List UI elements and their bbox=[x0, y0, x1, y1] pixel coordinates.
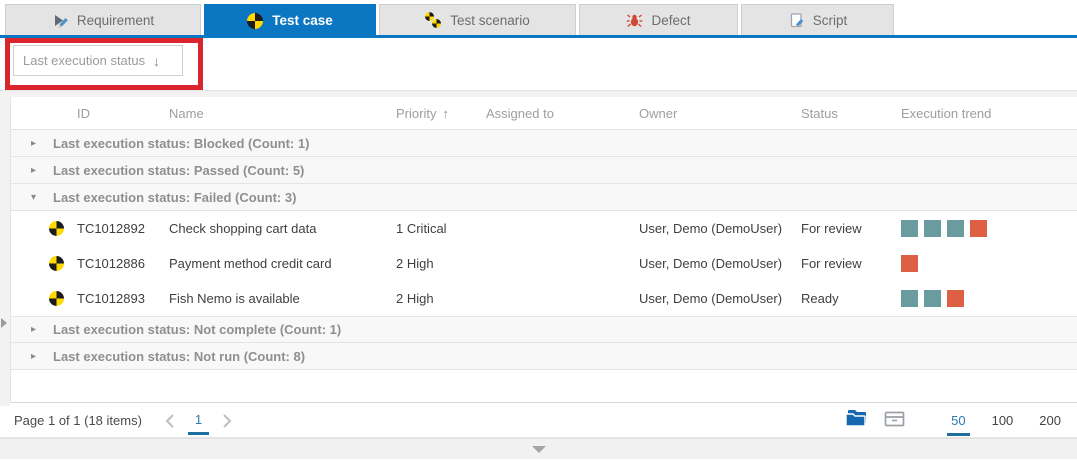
tab-defect[interactable]: Defect bbox=[579, 4, 738, 35]
cell-status: Ready bbox=[801, 291, 839, 306]
pager: 1 bbox=[164, 412, 233, 435]
chevron-right-icon: ▸ bbox=[31, 324, 37, 335]
test-case-icon bbox=[47, 256, 77, 271]
test-case-icon bbox=[247, 12, 264, 29]
test-case-icon bbox=[47, 291, 77, 306]
tab-test-scenario[interactable]: Test scenario bbox=[379, 4, 576, 35]
cell-owner: User, Demo (DemoUser) bbox=[639, 291, 783, 306]
execution-trend-squares bbox=[891, 255, 1077, 272]
tab-script[interactable]: Script bbox=[741, 4, 894, 35]
grid-empty-area bbox=[11, 370, 1077, 403]
cell-name: Fish Nemo is available bbox=[169, 291, 300, 306]
execution-trend-squares bbox=[891, 290, 1077, 307]
copy-folders-icon[interactable] bbox=[845, 409, 870, 431]
chevron-right-icon: ▸ bbox=[31, 350, 37, 362]
toolbar-grid-divider bbox=[0, 90, 1077, 97]
group-by-dropdown[interactable]: Last execution status ↓ bbox=[13, 45, 183, 76]
grid-header-row: ID Name Priority ↑ Assigned to Owner Stat… bbox=[11, 97, 1077, 130]
chevron-down-icon: ▾ bbox=[31, 191, 37, 203]
bottom-panel-strip bbox=[0, 438, 1077, 459]
archive-box-icon[interactable] bbox=[884, 410, 905, 431]
footer-right-controls: 50 100 200 bbox=[845, 409, 1061, 436]
sort-ascending-icon: ↑ bbox=[442, 105, 449, 121]
group-row-failed[interactable]: ▾ Last execution status: Failed (Count: … bbox=[11, 184, 1077, 211]
tab-test-scenario-label: Test scenario bbox=[450, 12, 530, 28]
page-size-200[interactable]: 200 bbox=[1039, 413, 1061, 428]
cell-id: TC1012886 bbox=[77, 256, 145, 271]
column-header-name[interactable]: Name bbox=[169, 106, 396, 121]
cell-id: TC1012892 bbox=[77, 221, 145, 236]
group-label: Last execution status: Failed (Count: 3) bbox=[53, 189, 297, 205]
grid-footer: Page 1 of 1 (18 items) 1 50 100 200 bbox=[0, 403, 1077, 438]
cell-status: For review bbox=[801, 221, 862, 236]
collapse-panel-icon[interactable] bbox=[531, 445, 546, 453]
tab-requirement[interactable]: Requirement bbox=[5, 4, 201, 35]
page-size-options: 50 100 200 bbox=[946, 413, 1061, 436]
next-page-button[interactable] bbox=[221, 413, 233, 428]
table-row-tc1012886[interactable]: TC1012886 Payment method credit card 2 H… bbox=[11, 246, 1077, 281]
tab-test-case-label: Test case bbox=[272, 12, 333, 28]
group-label: Last execution status: Not run (Count: 8… bbox=[53, 348, 306, 364]
group-label: Last execution status: Blocked (Count: 1… bbox=[53, 135, 310, 151]
cell-status: For review bbox=[801, 256, 862, 271]
page-size-50[interactable]: 50 bbox=[946, 413, 971, 436]
column-header-owner[interactable]: Owner bbox=[639, 106, 801, 121]
group-by-value: Last execution status bbox=[23, 53, 146, 68]
tab-test-case[interactable]: Test case bbox=[204, 4, 376, 35]
test-case-grid: ID Name Priority ↑ Assigned to Owner Stat… bbox=[10, 97, 1077, 403]
cell-owner: User, Demo (DemoUser) bbox=[639, 256, 783, 271]
execution-trend-squares bbox=[891, 220, 1077, 237]
defect-icon bbox=[626, 12, 643, 29]
table-row-tc1012893[interactable]: TC1012893 Fish Nemo is available 2 High … bbox=[11, 281, 1077, 316]
test-case-icon bbox=[47, 221, 77, 236]
tab-requirement-label: Requirement bbox=[76, 12, 155, 28]
group-row-blocked[interactable]: ▸ Last execution status: Blocked (Count:… bbox=[11, 130, 1077, 157]
group-row-not-complete[interactable]: ▸ Last execution status: Not complete (C… bbox=[11, 316, 1077, 343]
page-size-100[interactable]: 100 bbox=[992, 413, 1014, 428]
cell-name: Check shopping cart data bbox=[169, 221, 317, 236]
page-info: Page 1 of 1 (18 items) bbox=[14, 412, 142, 428]
test-management-window: Requirement Test case Test scenario Defe… bbox=[0, 0, 1077, 462]
column-header-priority[interactable]: Priority ↑ bbox=[396, 106, 486, 121]
left-splitter-gutter bbox=[0, 97, 10, 406]
splitter-expand-icon[interactable] bbox=[1, 318, 7, 328]
cell-id: TC1012893 bbox=[77, 291, 145, 306]
group-row-passed[interactable]: ▸ Last execution status: Passed (Count: … bbox=[11, 157, 1077, 184]
current-page-number[interactable]: 1 bbox=[187, 412, 210, 435]
tab-script-label: Script bbox=[812, 12, 848, 28]
table-row-tc1012892[interactable]: TC1012892 Check shopping cart data 1 Cri… bbox=[11, 211, 1077, 246]
group-row-not-run[interactable]: ▸ Last execution status: Not run (Count:… bbox=[11, 343, 1077, 370]
group-label: Last execution status: Not complete (Cou… bbox=[53, 322, 342, 337]
script-icon bbox=[788, 12, 805, 29]
cell-name: Payment method credit card bbox=[169, 256, 332, 271]
column-header-execution-trend[interactable]: Execution trend bbox=[891, 106, 1077, 121]
previous-page-button[interactable] bbox=[164, 413, 176, 428]
chevron-right-icon: ▸ bbox=[31, 137, 37, 149]
chevron-right-icon: ▸ bbox=[31, 164, 37, 176]
cell-priority: 2 High bbox=[396, 256, 434, 271]
tab-defect-label: Defect bbox=[651, 12, 691, 28]
group-label: Last execution status: Passed (Count: 5) bbox=[53, 162, 305, 178]
column-header-assigned-to[interactable]: Assigned to bbox=[486, 106, 639, 121]
sort-descending-icon: ↓ bbox=[153, 52, 161, 69]
tab-bar: Requirement Test case Test scenario Defe… bbox=[0, 0, 1077, 38]
requirement-icon bbox=[52, 12, 69, 29]
cell-priority: 2 High bbox=[396, 291, 434, 306]
cell-owner: User, Demo (DemoUser) bbox=[639, 221, 783, 236]
column-header-status[interactable]: Status bbox=[801, 106, 891, 121]
toolbar: Last execution status ↓ bbox=[0, 38, 1077, 90]
test-scenario-icon bbox=[425, 11, 442, 29]
column-header-id[interactable]: ID bbox=[77, 106, 169, 121]
cell-priority: 1 Critical bbox=[396, 221, 447, 236]
